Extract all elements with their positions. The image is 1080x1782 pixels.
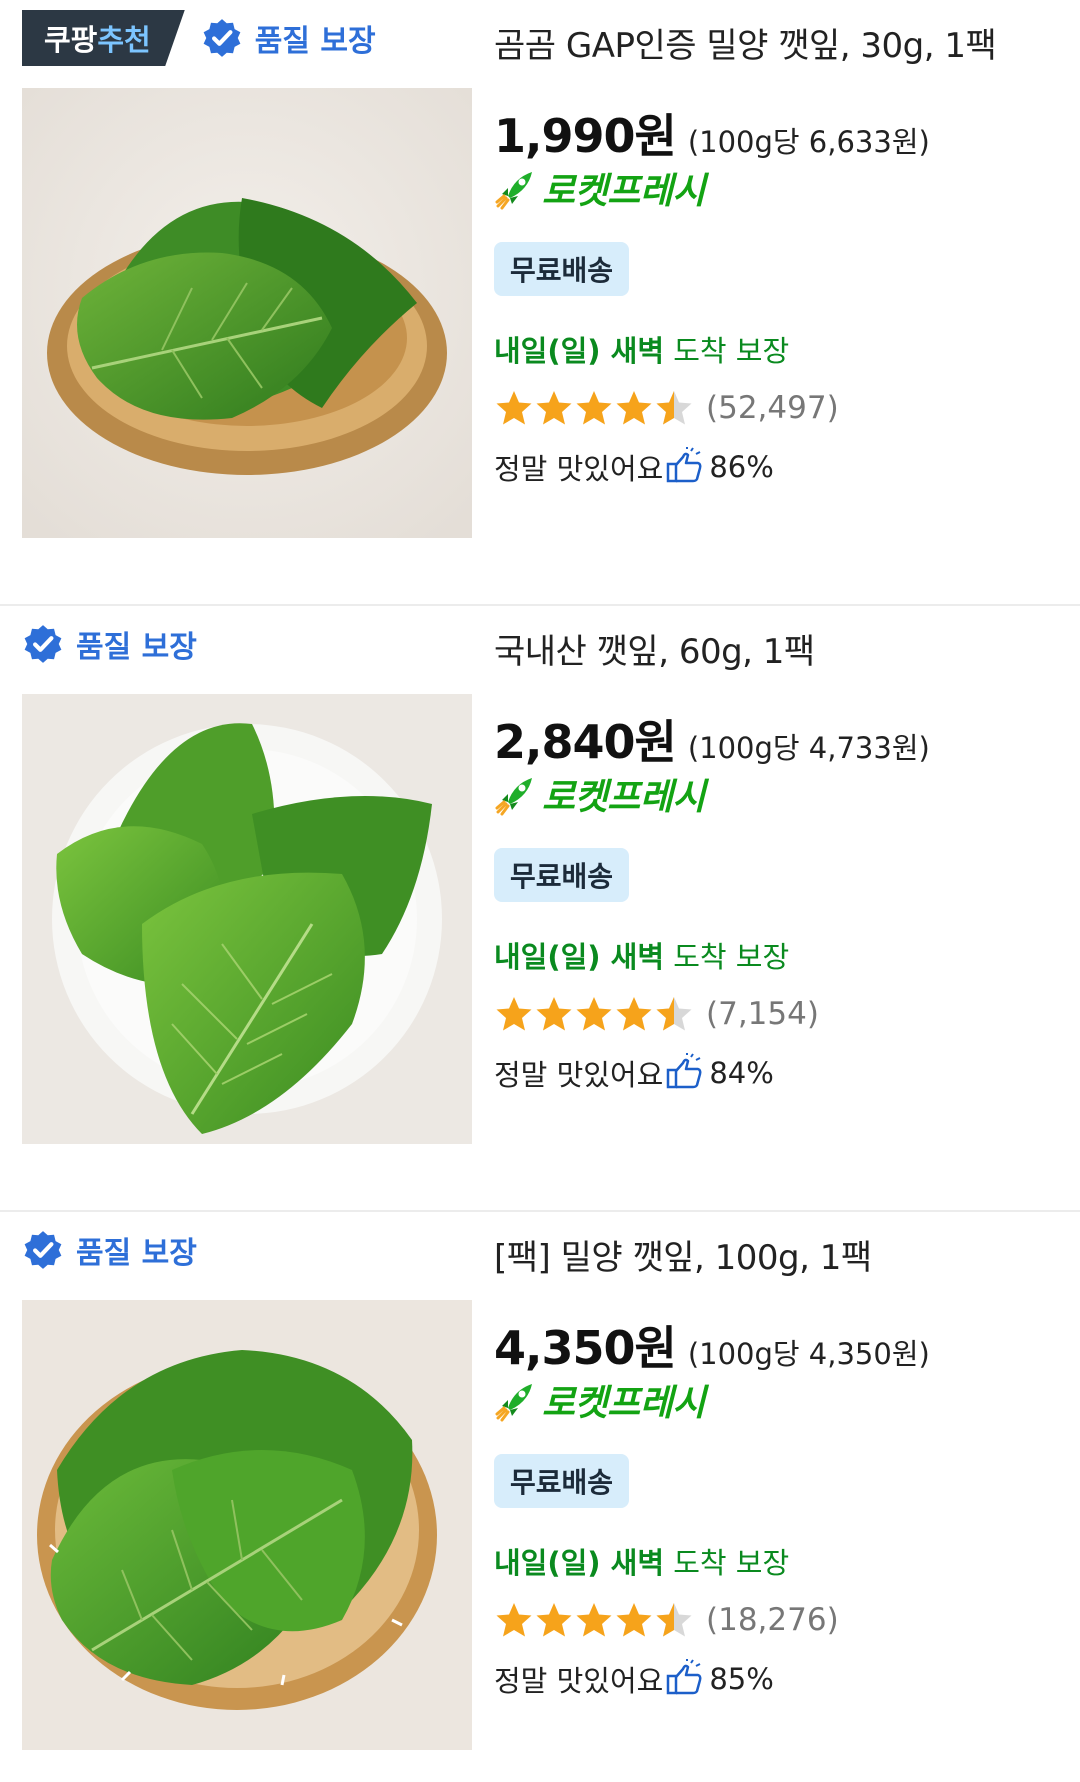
- star-icon: [496, 997, 532, 1031]
- star-half-icon: [656, 1603, 692, 1637]
- verified-check-icon: [203, 19, 241, 57]
- star-half-icon: [656, 391, 692, 425]
- product-card[interactable]: 쿠팡 추천 품질 보장 곰곰 GAP인증 밀양 깻잎, 30g, 1팩 1,99…: [0, 0, 1080, 606]
- arrival-day: 내일(일) 새벽: [494, 940, 665, 974]
- badge-row: 품질 보장: [22, 616, 197, 672]
- star-icon: [536, 1603, 572, 1637]
- thumbs-up-icon: [667, 1053, 702, 1089]
- taste-feedback: 정말 맛있어요 86%: [494, 446, 774, 488]
- quality-label: 품질 보장: [76, 1236, 197, 1271]
- taste-percent: 84%: [709, 1056, 774, 1090]
- taste-feedback: 정말 맛있어요 85%: [494, 1658, 774, 1700]
- verified-check-icon: [24, 625, 62, 663]
- free-shipping-badge: 무료배송: [494, 242, 630, 296]
- product-image[interactable]: [22, 1300, 472, 1750]
- quality-badge: 품질 보장: [201, 16, 376, 60]
- rocket-label: 로켓프레시: [542, 1383, 706, 1424]
- product-info: 곰곰 GAP인증 밀양 깻잎, 30g, 1팩 1,990원 (100g당 6,…: [494, 0, 1064, 600]
- arrival-guarantee: 내일(일) 새벽 도착 보장: [494, 1540, 789, 1582]
- badge-row: 쿠팡 추천 품질 보장: [22, 10, 376, 66]
- star-icon: [496, 391, 532, 425]
- arrival-guarantee: 내일(일) 새벽 도착 보장: [494, 328, 789, 370]
- taste-percent: 85%: [709, 1662, 774, 1696]
- rating-row: (7,154): [494, 994, 819, 1034]
- free-shipping-badge: 무료배송: [494, 848, 630, 902]
- review-count[interactable]: (7,154): [706, 996, 819, 1032]
- pick-label-1: 쿠팡: [44, 23, 98, 57]
- price: 4,350원: [494, 1321, 677, 1375]
- taste-percent: 86%: [709, 450, 774, 484]
- star-icon: [616, 391, 652, 425]
- review-count[interactable]: (52,497): [706, 390, 839, 426]
- quality-label: 품질 보장: [76, 630, 197, 665]
- arrival-guarantee: 내일(일) 새벽 도착 보장: [494, 934, 789, 976]
- rocket-fresh-badge: 로켓프레시: [494, 162, 706, 214]
- taste-label: 정말 맛있어요: [494, 1664, 664, 1698]
- rocket-fresh-badge: 로켓프레시: [494, 768, 706, 820]
- thumbs-up-icon: [667, 447, 702, 483]
- rocket-label: 로켓프레시: [542, 777, 706, 818]
- product-info: 국내산 깻잎, 60g, 1팩 2,840원 (100g당 4,733원) 로켓…: [494, 606, 1064, 1206]
- star-icon: [616, 997, 652, 1031]
- quality-badge: 품질 보장: [22, 622, 197, 666]
- unit-price: (100g당 6,633원): [687, 125, 930, 159]
- rating-row: (18,276): [494, 1600, 839, 1640]
- thumbs-up-icon: [667, 1659, 702, 1695]
- price-row: 4,350원 (100g당 4,350원): [494, 1312, 930, 1378]
- rocket-icon: [495, 172, 532, 210]
- product-title[interactable]: 곰곰 GAP인증 밀양 깻잎, 30g, 1팩: [494, 18, 997, 67]
- price-row: 2,840원 (100g당 4,733원): [494, 706, 930, 772]
- product-image[interactable]: [22, 88, 472, 538]
- star-icon: [576, 391, 612, 425]
- price: 2,840원: [494, 715, 677, 769]
- rating-stars: [494, 388, 694, 428]
- star-icon: [496, 1603, 532, 1637]
- product-list: 쿠팡 추천 품질 보장 곰곰 GAP인증 밀양 깻잎, 30g, 1팩 1,99…: [0, 0, 1080, 1782]
- rating-row: (52,497): [494, 388, 839, 428]
- arrival-text: 도착 보장: [664, 940, 790, 974]
- taste-label: 정말 맛있어요: [494, 1058, 664, 1092]
- quality-badge: 품질 보장: [22, 1228, 197, 1272]
- badge-row: 품질 보장: [22, 1222, 197, 1278]
- quality-label: 품질 보장: [254, 24, 376, 59]
- rocket-icon: [495, 1384, 532, 1422]
- arrival-day: 내일(일) 새벽: [494, 334, 665, 368]
- rocket-fresh-badge: 로켓프레시: [494, 1374, 706, 1426]
- arrival-text: 도착 보장: [664, 1546, 790, 1580]
- arrival-day: 내일(일) 새벽: [494, 1546, 665, 1580]
- unit-price: (100g당 4,733원): [687, 731, 930, 765]
- product-card[interactable]: 품질 보장 [팩] 밀양 깻잎, 100g, 1팩 4,350원 (100g당 …: [0, 1212, 1080, 1782]
- pick-label-2: 추천: [97, 23, 151, 57]
- coupang-pick-badge: 쿠팡 추천: [22, 10, 185, 66]
- taste-feedback: 정말 맛있어요 84%: [494, 1052, 774, 1094]
- review-count[interactable]: (18,276): [706, 1602, 839, 1638]
- product-card[interactable]: 품질 보장 국내산 깻잎, 60g, 1팩 2,840원 (100g당 4,73…: [0, 606, 1080, 1212]
- star-icon: [536, 997, 572, 1031]
- product-title[interactable]: 국내산 깻잎, 60g, 1팩: [494, 624, 815, 673]
- star-icon: [616, 1603, 652, 1637]
- free-shipping-badge: 무료배송: [494, 1454, 630, 1508]
- product-info: [팩] 밀양 깻잎, 100g, 1팩 4,350원 (100g당 4,350원…: [494, 1212, 1064, 1782]
- product-title[interactable]: [팩] 밀양 깻잎, 100g, 1팩: [494, 1230, 872, 1279]
- star-icon: [576, 1603, 612, 1637]
- taste-label: 정말 맛있어요: [494, 452, 664, 486]
- star-icon: [536, 391, 572, 425]
- rating-stars: [494, 994, 694, 1034]
- price-row: 1,990원 (100g당 6,633원): [494, 100, 930, 166]
- verified-check-icon: [24, 1231, 62, 1269]
- rating-stars: [494, 1600, 694, 1640]
- product-image[interactable]: [22, 694, 472, 1144]
- unit-price: (100g당 4,350원): [687, 1337, 930, 1371]
- star-icon: [576, 997, 612, 1031]
- rocket-label: 로켓프레시: [542, 171, 706, 212]
- price: 1,990원: [494, 109, 677, 163]
- rocket-icon: [495, 778, 532, 816]
- arrival-text: 도착 보장: [664, 334, 790, 368]
- star-half-icon: [656, 997, 692, 1031]
